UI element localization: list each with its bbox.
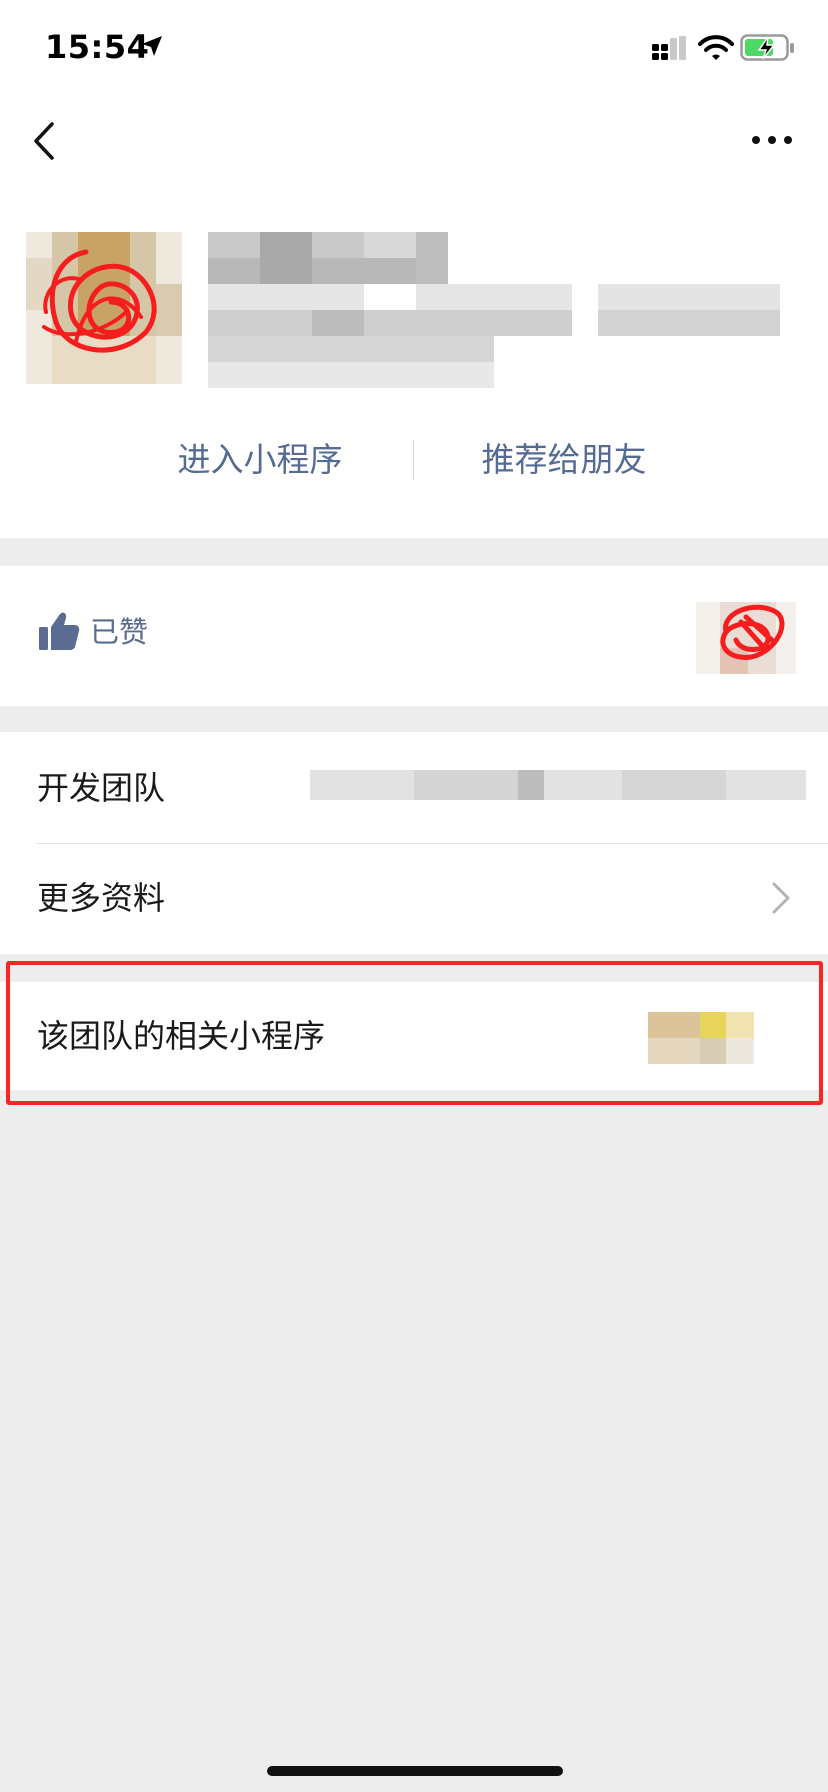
action-bar: 进入小程序 推荐给朋友 xyxy=(0,432,828,488)
scribble-mark xyxy=(42,249,157,353)
liked-user-avatar[interactable] xyxy=(696,592,796,684)
highlight-box xyxy=(6,961,823,1105)
dev-team-label: 开发团队 xyxy=(37,769,166,807)
dev-team-value-redacted xyxy=(310,770,806,800)
action-divider xyxy=(413,440,414,480)
more-info-row[interactable]: 更多资料 xyxy=(0,844,828,954)
recommend-to-friend-button[interactable]: 推荐给朋友 xyxy=(474,432,654,488)
thumbs-up-icon xyxy=(39,612,80,650)
liked-label: 已赞 xyxy=(90,615,149,649)
wifi-icon xyxy=(698,35,734,60)
mini-program-description-redacted xyxy=(208,284,780,388)
back-button[interactable] xyxy=(28,118,64,164)
more-info-label: 更多资料 xyxy=(37,879,166,917)
mini-program-avatar xyxy=(26,232,182,384)
like-row[interactable]: 已赞 xyxy=(0,566,828,706)
info-card: 开发团队 更多资料 xyxy=(0,732,828,954)
battery-charging-icon xyxy=(740,34,794,61)
enter-mini-program-button[interactable]: 进入小程序 xyxy=(170,432,350,488)
home-indicator[interactable] xyxy=(267,1766,563,1776)
signal-icon xyxy=(652,36,686,60)
location-arrow-icon xyxy=(142,36,162,56)
more-options-button[interactable] xyxy=(748,126,796,154)
chevron-right-icon xyxy=(772,882,790,914)
status-time: 15:54 xyxy=(45,28,150,66)
scribble-mark xyxy=(720,604,785,660)
mini-program-name-redacted xyxy=(208,232,448,284)
